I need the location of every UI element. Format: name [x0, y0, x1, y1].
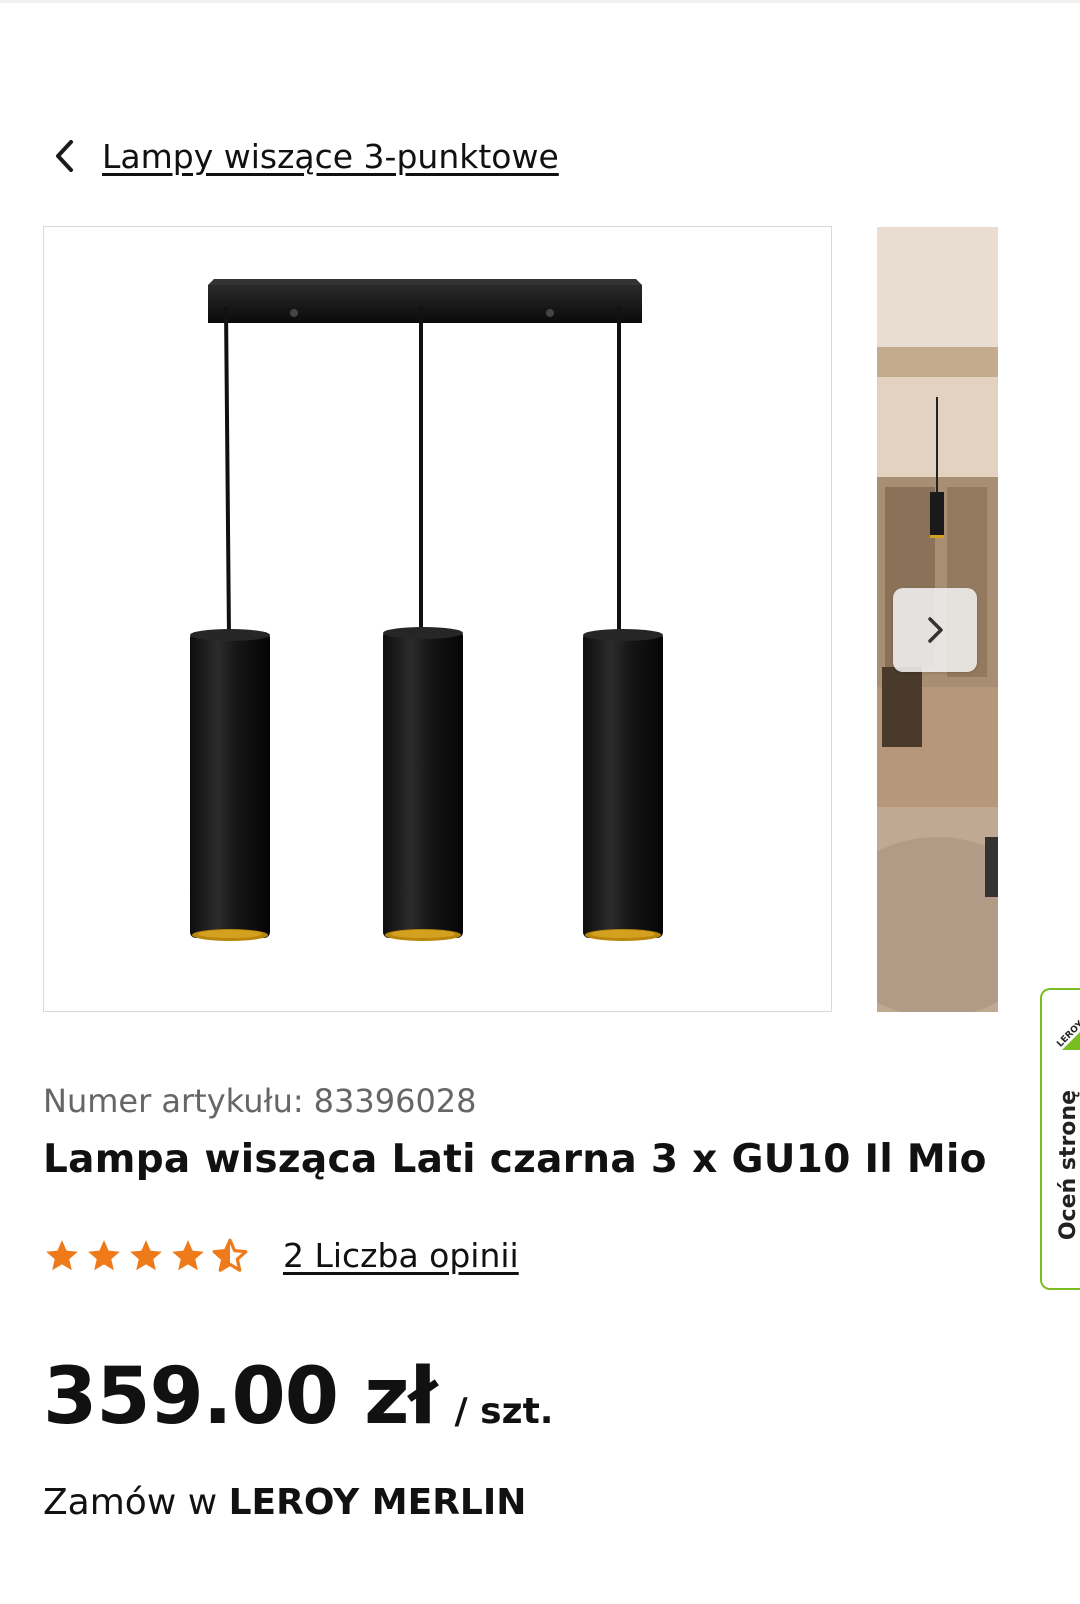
- back-button[interactable]: [44, 136, 84, 176]
- star-half-icon: [212, 1238, 248, 1272]
- order-prefix: Zamów w: [43, 1482, 218, 1523]
- feedback-side-tab[interactable]: LEROY Oceń stronę: [1040, 988, 1080, 1290]
- price-unit: / szt.: [454, 1391, 554, 1432]
- product-title: Lampa wisząca Lati czarna 3 x GU10 Il Mi…: [43, 1137, 987, 1182]
- star-icon: [88, 1239, 120, 1270]
- breadcrumb: Lampy wiszące 3-punktowe: [44, 128, 559, 184]
- order-info: Zamów w LEROY MERLIN: [43, 1482, 526, 1523]
- gallery-next-button[interactable]: [893, 588, 977, 672]
- article-number-value: 83396028: [313, 1082, 477, 1120]
- product-image-main[interactable]: [43, 226, 832, 1012]
- leroy-merlin-logo: LEROY: [1055, 1019, 1080, 1050]
- price-block: 359.00 zł / szt.: [43, 1352, 553, 1442]
- rating-stars: [43, 1237, 249, 1275]
- top-divider: [0, 0, 1080, 3]
- reviews-link[interactable]: 2 Liczba opinii: [283, 1236, 519, 1275]
- product-rating: 2 Liczba opinii: [43, 1236, 519, 1275]
- star-icon: [130, 1239, 162, 1270]
- star-icon: [172, 1239, 204, 1270]
- product-price: 359.00 zł: [43, 1352, 437, 1442]
- chevron-left-icon: [56, 140, 73, 172]
- star-icon: [46, 1239, 78, 1270]
- article-number-label: Numer artykułu:: [43, 1082, 304, 1120]
- store-name: LEROY MERLIN: [228, 1482, 527, 1523]
- breadcrumb-link[interactable]: Lampy wiszące 3-punktowe: [102, 137, 559, 176]
- chevron-right-icon: [928, 617, 943, 643]
- article-number: Numer artykułu: 83396028: [43, 1082, 477, 1120]
- pendant-lamp-image: [190, 279, 663, 941]
- feedback-label: Oceń stronę: [1056, 1090, 1080, 1241]
